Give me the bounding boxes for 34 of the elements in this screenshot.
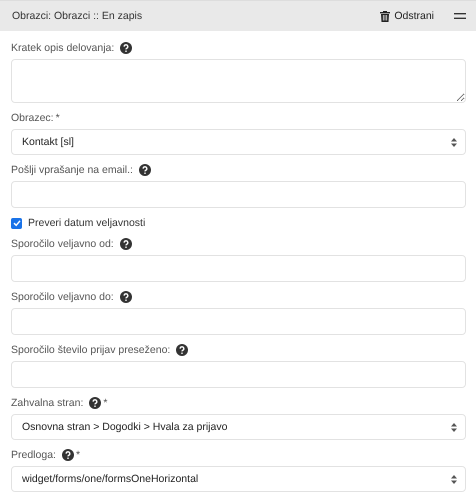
required-mark: * (56, 112, 60, 124)
menu-icon[interactable] (454, 13, 466, 19)
field-label: Sporočilo veljavno do: (11, 291, 114, 303)
help-icon[interactable] (120, 291, 132, 303)
field-label: Obrazec: (11, 112, 54, 124)
help-icon[interactable] (120, 238, 132, 250)
checkbox[interactable] (11, 218, 22, 228)
field-label: Sporočilo število prijav preseženo: (11, 344, 170, 356)
field-label: Pošlji vprašanje na email.: (11, 164, 133, 176)
help-icon[interactable] (176, 344, 188, 356)
required-mark: * (76, 449, 80, 461)
required-mark: * (103, 397, 108, 409)
help-icon[interactable] (138, 164, 151, 176)
trash-icon (380, 10, 390, 22)
field-label: Sporočilo veljavno od: (11, 238, 114, 250)
help-icon[interactable] (89, 397, 102, 409)
input-field[interactable] (11, 308, 466, 335)
updown-icon (451, 422, 457, 432)
checkbox-label: Preveri datum veljavnosti (28, 217, 146, 229)
select-field[interactable]: Osnovna stran > Dogodki > Hvala za prijavo (11, 414, 466, 440)
field-label: Zahvalna stran: (11, 397, 84, 409)
updown-icon (451, 138, 457, 146)
panel-title: Obrazci: Obrazci :: En zapis (12, 10, 144, 22)
remove-button[interactable]: Odstrani (380, 10, 434, 22)
input-field[interactable] (11, 255, 466, 282)
updown-icon (451, 474, 457, 484)
select-field[interactable]: Kontakt [sl] (11, 129, 466, 155)
field-label: Kratek opis delovanja: (11, 42, 114, 54)
help-icon[interactable] (62, 449, 74, 461)
input-field[interactable] (11, 361, 466, 388)
help-icon[interactable] (120, 42, 132, 54)
select-field[interactable]: widget/forms/one/formsOneHorizontal (11, 466, 466, 492)
input-field[interactable] (11, 181, 466, 208)
field-label: Predloga: (11, 449, 56, 461)
